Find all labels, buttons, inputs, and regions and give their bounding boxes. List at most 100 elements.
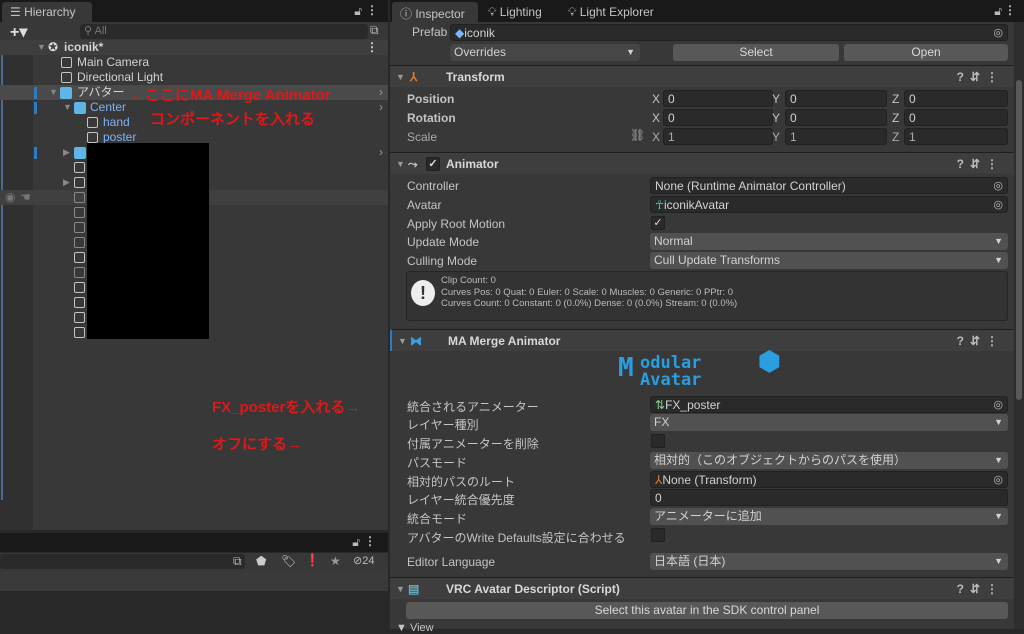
merge-mode-dropdown[interactable]: アニメーターに追加 ▼ <box>650 508 1008 525</box>
tab-lighting[interactable]: 💡︎ Lighting <box>480 2 550 22</box>
select-avatar-sdk-button[interactable]: Select this avatar in the SDK control pa… <box>406 602 1008 619</box>
update-mode-dropdown[interactable]: Normal ▼ <box>650 233 1008 250</box>
annotation-fx-poster: FX_posterを入れる→ <box>212 399 361 416</box>
position-x[interactable]: 0 <box>663 90 773 107</box>
prefab-icon: ◆ <box>455 26 465 40</box>
text-label: Main Camera <box>77 55 150 69</box>
search-input[interactable]: ⚲ All <box>80 24 368 39</box>
gameobject-icon <box>74 192 85 203</box>
path-mode-dropdown[interactable]: 相対的（このオブジェクトからのパスを使用） ▼ <box>650 452 1008 469</box>
text-label: Culling Mode <box>407 254 478 268</box>
scale-y[interactable]: 1 <box>785 128 887 145</box>
text-label: hand <box>103 115 130 129</box>
favorite-star-icon[interactable]: ★ <box>330 554 341 568</box>
layer-type-dropdown[interactable]: FX ▼ <box>650 414 1008 431</box>
select-button[interactable]: Select <box>673 44 839 61</box>
text-label: Animator <box>446 157 499 171</box>
filter-type-icon[interactable]: ⬟ <box>256 554 266 568</box>
lock-icon[interactable]: 🔓︎ <box>354 4 362 19</box>
tab-hierarchy[interactable]: ☰ Hierarchy <box>2 2 92 22</box>
tab-inspector[interactable]: ⓘ Inspector <box>392 2 478 22</box>
more-icon[interactable]: ⋮ <box>366 40 378 55</box>
component-tools[interactable]: ?⇵⋮ <box>957 578 1004 600</box>
gameobject-icon <box>74 327 85 338</box>
hidden-packages-toggle[interactable]: ⊘24 <box>353 554 374 567</box>
object-picker-icon[interactable]: ◎ <box>993 473 1003 487</box>
rotation-y[interactable]: 0 <box>785 109 887 126</box>
gameobject-icon <box>74 222 85 233</box>
scale-z[interactable]: 1 <box>904 128 1008 145</box>
object-picker-icon[interactable]: ◎ <box>993 26 1003 40</box>
avatar-field[interactable]: ☥iconikAvatar ◎ <box>650 196 1008 213</box>
visibility-icon[interactable]: ◉ <box>5 190 15 205</box>
text-label: Y <box>772 130 781 144</box>
view-foldout[interactable]: ▼ View <box>396 622 434 634</box>
object-picker-icon[interactable]: ◎ <box>993 198 1003 212</box>
relative-path-root-field[interactable]: ⅄None (Transform) ◎ <box>650 471 1008 488</box>
more-menu-icon[interactable]: ⋮ <box>364 534 376 548</box>
merge-animator-header[interactable]: ▼ ⧓ MA Merge Animator ?⇵⋮ <box>390 329 1014 351</box>
text-label: 24 <box>362 555 375 567</box>
label-tag-icon[interactable]: 🏷︎ <box>281 554 296 568</box>
component-tools[interactable]: ?⇵⋮ <box>957 153 1004 175</box>
text-label: FX_poster <box>665 398 721 412</box>
vrc-descriptor-header[interactable]: ▼ ▤ VRC Avatar Descriptor (Script) ?⇵⋮ <box>390 577 1014 599</box>
text-label: Y <box>772 92 781 106</box>
text-label: Editor Language <box>407 555 496 569</box>
more-menu-icon[interactable]: ⋮ <box>366 3 378 17</box>
text-label: Z <box>892 130 900 144</box>
text-label: Controller <box>407 179 460 193</box>
text-label: アバター <box>77 85 125 99</box>
delete-attached-animator-checkbox[interactable] <box>651 434 665 448</box>
layer-priority-field[interactable]: 0 <box>650 489 1008 506</box>
component-tools[interactable]: ?⇵⋮ <box>957 66 1004 88</box>
text-label: Y <box>772 111 781 125</box>
scene-row[interactable]: ▼ ✪ iconik* ⋮ <box>0 40 388 55</box>
culling-mode-dropdown[interactable]: Cull Update Transforms ▼ <box>650 252 1008 269</box>
overrides-dropdown[interactable]: Overrides ▼ <box>450 44 640 61</box>
pickable-icon[interactable]: ☚ <box>20 190 31 205</box>
hierarchy-panel: ☰ Hierarchy 🔓︎ ⋮ +▾ ⚲ All ⧉ ▼ ✪ iconik* ⋮ M… <box>0 0 388 530</box>
more-menu-icon[interactable]: ⋮ <box>1004 3 1016 17</box>
scrollbar[interactable] <box>1014 22 1024 629</box>
list-item[interactable]: Directional Light <box>0 70 388 85</box>
search-window-icon[interactable]: ⧉ <box>370 23 379 38</box>
object-picker-icon[interactable]: ◎ <box>993 398 1003 412</box>
open-button[interactable]: Open <box>844 44 1008 61</box>
constrain-proportions-icon[interactable]: ⛓ <box>630 128 645 142</box>
lock-icon[interactable]: 🔓︎ <box>352 535 360 550</box>
prefab-field[interactable]: ◆iconik ◎ <box>450 24 1008 41</box>
editor-language-dropdown[interactable]: 日本語 (日本) ▼ <box>650 553 1008 570</box>
prefab-added-icon <box>74 147 86 159</box>
warning-icon[interactable]: ❗ <box>305 553 320 567</box>
gameobject-icon <box>74 312 85 323</box>
text-label: Hierarchy <box>24 5 76 19</box>
gameobject-icon <box>74 282 85 293</box>
project-search-input[interactable] <box>0 554 245 569</box>
gameobject-icon <box>74 162 85 173</box>
scale-x[interactable]: 1 <box>663 128 773 145</box>
animator-enabled-checkbox[interactable]: ✓ <box>426 157 440 171</box>
match-write-defaults-checkbox[interactable] <box>651 528 665 542</box>
search-window-icon[interactable]: ⧉ <box>233 554 242 569</box>
rotation-z[interactable]: 0 <box>904 109 1008 126</box>
transform-icon: ⅄ <box>410 70 418 84</box>
tab-light-explorer[interactable]: 💡︎ Light Explorer <box>560 2 662 22</box>
transform-header[interactable]: ▼ ⅄ Transform ?⇵⋮ <box>390 65 1014 87</box>
merged-animator-field[interactable]: ⇅FX_poster ◎ <box>650 396 1008 413</box>
add-button[interactable]: +▾ <box>10 22 27 42</box>
position-y[interactable]: 0 <box>785 90 887 107</box>
hierarchy-tabbar: ☰ Hierarchy 🔓︎ ⋮ <box>0 0 388 22</box>
object-picker-icon[interactable]: ◎ <box>993 179 1003 193</box>
position-z[interactable]: 0 <box>904 90 1008 107</box>
warning-icon: ! <box>411 280 435 306</box>
controller-field[interactable]: None (Runtime Animator Controller) ◎ <box>650 177 1008 194</box>
lock-icon[interactable]: 🔓︎ <box>994 4 1002 19</box>
gameobject-icon <box>74 267 85 278</box>
apply-root-motion-checkbox[interactable]: ✓ <box>651 216 665 230</box>
list-item[interactable]: Main Camera <box>0 55 388 70</box>
prefab-icon <box>60 87 72 99</box>
component-tools[interactable]: ?⇵⋮ <box>957 330 1004 352</box>
animator-header[interactable]: ▼ ⤳ ✓ Animator ?⇵⋮ <box>390 152 1014 174</box>
rotation-x[interactable]: 0 <box>663 109 773 126</box>
